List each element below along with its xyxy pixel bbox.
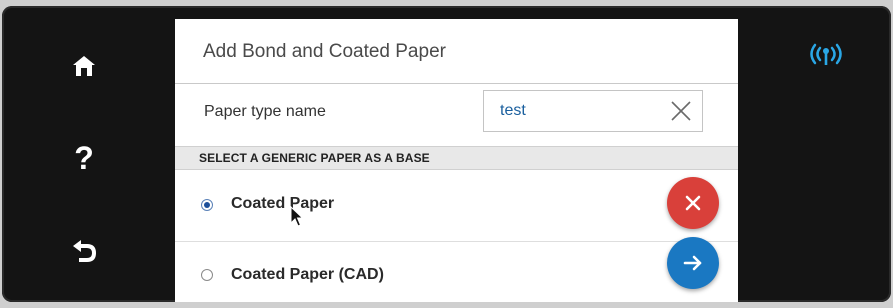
- back-button[interactable]: [64, 230, 104, 270]
- cancel-button[interactable]: [667, 177, 719, 229]
- next-button[interactable]: [667, 237, 719, 289]
- option-coated-paper[interactable]: Coated Paper: [175, 175, 738, 235]
- option-label: Coated Paper (CAD): [231, 266, 384, 283]
- cancel-icon: [685, 195, 701, 211]
- printer-bezel: ? Add Bond and Coated Paper Paper type n…: [2, 6, 891, 302]
- arrow-right-icon: [683, 255, 702, 271]
- title-divider: [175, 83, 738, 84]
- radio-unselected[interactable]: [201, 269, 213, 281]
- section-header: SELECT A GENERIC PAPER AS A BASE: [175, 146, 738, 170]
- home-icon: [73, 56, 95, 76]
- option-label: Coated Paper: [231, 195, 335, 212]
- close-icon[interactable]: [670, 100, 692, 122]
- back-icon: [73, 240, 96, 262]
- option-divider: [175, 241, 738, 242]
- left-navigation: ?: [2, 6, 177, 302]
- paper-type-name-label: Paper type name: [204, 103, 326, 120]
- option-coated-paper-cad[interactable]: Coated Paper (CAD): [175, 247, 738, 302]
- help-icon: ?: [74, 140, 94, 176]
- wireless-icon[interactable]: [802, 38, 850, 70]
- home-button[interactable]: [64, 46, 104, 86]
- add-paper-dialog: Add Bond and Coated Paper Paper type nam…: [175, 19, 738, 302]
- section-header-label: SELECT A GENERIC PAPER AS A BASE: [199, 151, 430, 165]
- help-button[interactable]: ?: [64, 138, 104, 178]
- radio-selected[interactable]: [201, 199, 213, 211]
- dialog-title: Add Bond and Coated Paper: [203, 41, 446, 62]
- paper-type-name-input[interactable]: [500, 91, 650, 131]
- paper-type-name-field[interactable]: [483, 90, 703, 132]
- mouse-cursor-icon: [290, 206, 304, 227]
